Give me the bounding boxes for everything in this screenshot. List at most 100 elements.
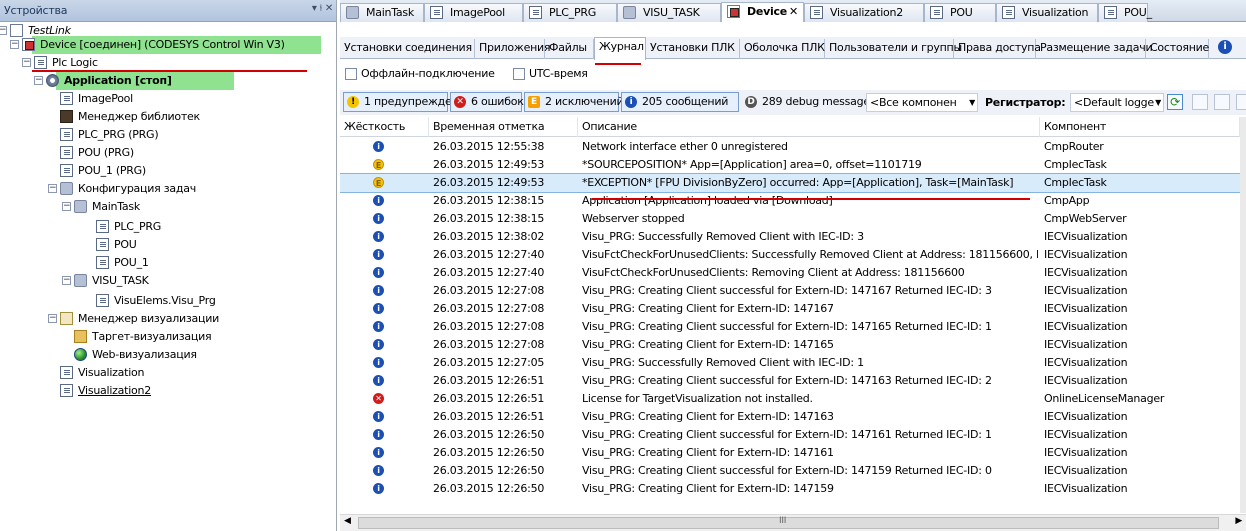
table-row[interactable]: i 26.03.2015 12:27:08 Visu_PRG: Creating C…	[340, 318, 1246, 336]
collapse-toggle-icon[interactable]: −	[62, 202, 71, 211]
table-row[interactable]: i 26.03.2015 12:26:51 Visu_PRG: Creating C…	[340, 408, 1246, 426]
collapse-toggle-icon[interactable]: −	[22, 58, 31, 67]
close-icon[interactable]: ✕	[789, 3, 798, 20]
collapse-toggle-icon[interactable]: −	[48, 314, 57, 323]
log-table: Жёсткость Временная отметка Описание Ком…	[340, 117, 1246, 513]
info-icon[interactable]: i	[1218, 40, 1232, 54]
table-row[interactable]: i 26.03.2015 12:26:50 Visu_PRG: Creating C…	[340, 462, 1246, 480]
col-timestamp-header[interactable]: Временная отметка	[429, 117, 578, 137]
cell-component: CmpIecTask	[1044, 176, 1107, 189]
collapse-toggle-icon[interactable]: −	[34, 76, 43, 85]
table-row[interactable]: E 26.03.2015 12:49:53 *SOURCEPOSITION* App…	[340, 156, 1246, 174]
tree-item-18[interactable]: Web-визуализация	[0, 346, 330, 364]
table-row[interactable]: ✕ 26.03.2015 12:26:51 License for TargetVi…	[340, 390, 1246, 408]
tree-item-16[interactable]: − Менеджер визуализации	[0, 310, 330, 328]
import-icon[interactable]	[1214, 94, 1230, 110]
tree-item-12[interactable]: POU	[0, 236, 330, 254]
collapse-toggle-icon[interactable]: −	[48, 184, 57, 193]
tree-item-5[interactable]: Менеджер библиотек	[0, 108, 330, 126]
table-row[interactable]: E 26.03.2015 12:49:53 *EXCEPTION* [FPU Div…	[340, 173, 1246, 193]
warnings-filter-button[interactable]: ! 1 предупреждений	[343, 92, 473, 112]
subtab-3[interactable]: Журнал	[594, 37, 646, 60]
visualization-icon	[810, 6, 823, 19]
tab-pou[interactable]: POU	[924, 3, 996, 22]
cell-description: Webserver stopped	[582, 212, 685, 225]
tree-item-10[interactable]: − MainTask	[0, 198, 330, 216]
collapse-toggle-icon[interactable]: −	[0, 26, 7, 35]
tree-item-4[interactable]: ImagePool	[0, 90, 330, 108]
table-row[interactable]: i 26.03.2015 12:27:05 Visu_PRG: Successful…	[340, 354, 1246, 372]
messages-filter-button[interactable]: i 205 сообщений	[621, 92, 739, 112]
debug-filter-button[interactable]: D 289 debug message(s)	[741, 92, 884, 112]
subtab-0[interactable]: Установки соединения	[340, 39, 475, 59]
subtab-9[interactable]: Состояние	[1146, 39, 1209, 59]
tree-item-6[interactable]: PLC_PRG (PRG)	[0, 126, 330, 144]
table-row[interactable]: i 26.03.2015 12:26:50 Visu_PRG: Creating C…	[340, 480, 1246, 498]
scroll-left-icon[interactable]: ◀	[344, 516, 351, 526]
table-row[interactable]: i 26.03.2015 12:38:15 Application [Applica…	[340, 192, 1246, 210]
table-row[interactable]: i 26.03.2015 12:38:15 Webserver stopped Cmp…	[340, 210, 1246, 228]
col-description-header[interactable]: Описание	[578, 117, 1040, 137]
chevron-down-icon: ▼	[1155, 98, 1161, 107]
vertical-scrollbar[interactable]	[1240, 117, 1246, 513]
table-row[interactable]: i 26.03.2015 12:55:38 Network interface et…	[340, 138, 1246, 156]
logger-dropdown[interactable]: <Default logge ▼	[1070, 93, 1164, 112]
tab-visu_task[interactable]: VISU_TASK	[617, 3, 721, 22]
tree-item-1[interactable]: − Device [соединен] (CODESYS Control Win …	[0, 36, 330, 54]
tab-imagepool[interactable]: ImagePool	[424, 3, 523, 22]
tree-item-3[interactable]: − Application [стоп]	[0, 72, 330, 90]
table-row[interactable]: i 26.03.2015 12:26:51 Visu_PRG: Creating C…	[340, 372, 1246, 390]
table-row[interactable]: i 26.03.2015 12:27:08 Visu_PRG: Creating C…	[340, 336, 1246, 354]
subtab-6[interactable]: Пользователи и группы	[825, 39, 962, 59]
col-component-header[interactable]: Компонент	[1040, 117, 1240, 137]
col-severity-header[interactable]: Жёсткость	[340, 117, 429, 137]
tab-pou_[interactable]: POU_	[1098, 3, 1152, 22]
table-row[interactable]: i 26.03.2015 12:26:50 Visu_PRG: Creating C…	[340, 444, 1246, 462]
table-row[interactable]: i 26.03.2015 12:27:08 Visu_PRG: Creating C…	[340, 282, 1246, 300]
tab-device[interactable]: Device ✕	[721, 2, 804, 22]
tree-item-14[interactable]: − VISU_TASK	[0, 272, 330, 290]
tab-plc_prg[interactable]: PLC_PRG	[523, 3, 617, 22]
table-row[interactable]: i 26.03.2015 12:27:40 VisuFctCheckForUnuse…	[340, 246, 1246, 264]
table-row[interactable]: i 26.03.2015 12:38:02 Visu_PRG: Successful…	[340, 228, 1246, 246]
utc-checkbox[interactable]	[513, 68, 525, 80]
cell-description: Network interface ether 0 unregistered	[582, 140, 788, 153]
subtab-4[interactable]: Установки ПЛК	[646, 39, 740, 59]
program-call-icon	[96, 220, 109, 233]
tree-item-13[interactable]: POU_1	[0, 254, 330, 272]
tree-item-15[interactable]: VisuElems.Visu_Prg	[0, 292, 330, 310]
tree-item-7[interactable]: POU (PRG)	[0, 144, 330, 162]
component-dropdown[interactable]: <Все компонен ▼	[866, 93, 978, 112]
tree-item-11[interactable]: PLC_PRG	[0, 218, 330, 236]
subtab-1[interactable]: Приложения	[475, 39, 551, 59]
horizontal-scrollbar[interactable]: ◀ III ▶	[340, 514, 1246, 531]
program-icon	[60, 164, 73, 177]
tree-item-20[interactable]: Visualization2	[0, 382, 330, 400]
panel-window-buttons[interactable]: ▾ ⫮ ✕	[312, 3, 333, 14]
subtab-5[interactable]: Оболочка ПЛК	[740, 39, 825, 59]
table-row[interactable]: i 26.03.2015 12:26:50 Visu_PRG: Creating C…	[340, 426, 1246, 444]
tab-visualization[interactable]: Visualization	[996, 3, 1098, 22]
offline-checkbox[interactable]	[345, 68, 357, 80]
subtab-2[interactable]: Файлы	[545, 39, 594, 59]
scroll-right-icon[interactable]: ▶	[1235, 516, 1242, 526]
tab-maintask[interactable]: MainTask	[340, 3, 424, 22]
tree-item-8[interactable]: POU_1 (PRG)	[0, 162, 330, 180]
clear-icon[interactable]	[1236, 94, 1246, 110]
tab-visualization2[interactable]: Visualization2	[804, 3, 924, 22]
subtab-8[interactable]: Размещение задачи	[1036, 39, 1153, 59]
refresh-icon[interactable]: ⟳	[1167, 94, 1183, 110]
errors-filter-button[interactable]: ✕ 6 ошибок	[450, 92, 524, 112]
tree-item-19[interactable]: Visualization	[0, 364, 330, 382]
export-icon[interactable]	[1192, 94, 1208, 110]
tree-item-17[interactable]: Таргет-визуализация	[0, 328, 330, 346]
exceptions-filter-button[interactable]: E 2 исключений	[524, 92, 624, 112]
collapse-toggle-icon[interactable]: −	[62, 276, 71, 285]
table-row[interactable]: i 26.03.2015 12:27:40 VisuFctCheckForUnuse…	[340, 264, 1246, 282]
scrollbar-thumb[interactable]: III	[358, 516, 1219, 529]
library-icon	[60, 110, 73, 123]
table-row[interactable]: i 26.03.2015 12:27:08 Visu_PRG: Creating C…	[340, 300, 1246, 318]
collapse-toggle-icon[interactable]: −	[10, 40, 19, 49]
subtab-7[interactable]: Права доступа	[954, 39, 1041, 59]
tree-item-9[interactable]: − Конфигурация задач	[0, 180, 330, 198]
